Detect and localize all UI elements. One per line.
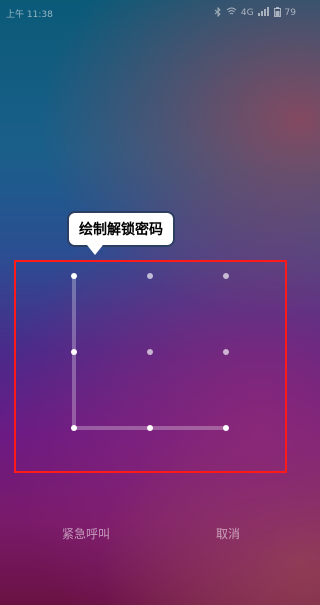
pattern-dot-2[interactable] xyxy=(147,273,153,279)
pattern-dot-7[interactable] xyxy=(71,425,77,431)
pattern-dot-5[interactable] xyxy=(147,349,153,355)
pattern-dot-6[interactable] xyxy=(223,349,229,355)
emergency-call-button[interactable]: 紧急呼叫 xyxy=(62,525,110,542)
pattern-dot-1[interactable] xyxy=(71,273,77,279)
pattern-dot-4[interactable] xyxy=(71,349,77,355)
cancel-button[interactable]: 取消 xyxy=(216,525,240,542)
pattern-dot-9[interactable] xyxy=(223,425,229,431)
pattern-dot-8[interactable] xyxy=(147,425,153,431)
pattern-path xyxy=(72,274,228,430)
pattern-dot-3[interactable] xyxy=(223,273,229,279)
